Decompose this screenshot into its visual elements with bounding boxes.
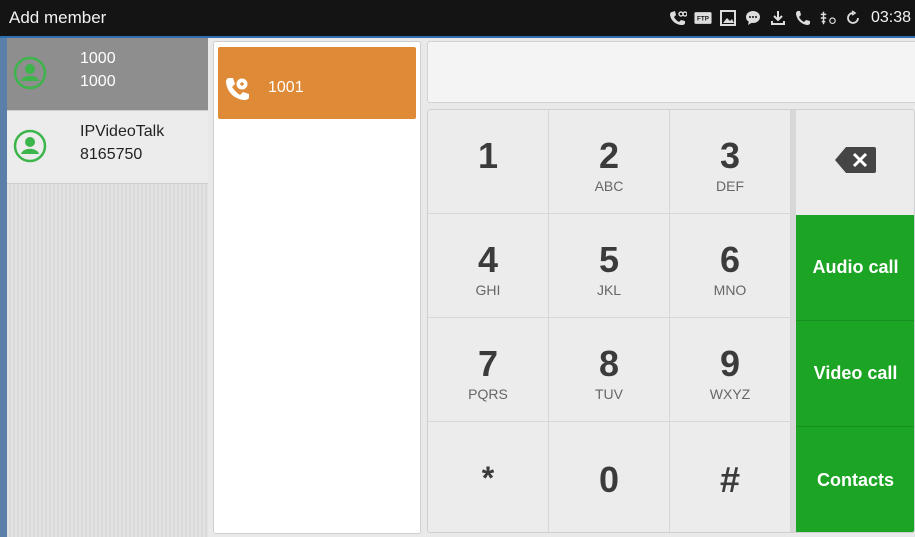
- key-hash[interactable]: #: [670, 422, 791, 532]
- key-digit: 9: [719, 343, 741, 384]
- contacts-button[interactable]: Contacts: [796, 427, 914, 532]
- sync-icon: [844, 9, 862, 27]
- phone-icon: [794, 9, 812, 27]
- dial-number-input[interactable]: [427, 41, 915, 103]
- key-letters: DEF: [716, 178, 744, 194]
- backspace-icon: [834, 145, 878, 180]
- key-digit: *: [481, 460, 495, 496]
- key-digit: 4: [477, 239, 499, 280]
- key-2[interactable]: 2 ABC: [549, 110, 670, 214]
- key-letters: GHI: [475, 282, 501, 298]
- key-7[interactable]: 7 PQRS: [428, 318, 549, 422]
- contact-list[interactable]: 1000 1000 IPVideoTalk 8165750: [7, 38, 208, 537]
- chat-icon: [744, 9, 762, 27]
- key-digit: 8: [598, 343, 620, 384]
- key-digit: 6: [719, 239, 741, 280]
- page-title: Add member: [9, 8, 107, 27]
- members-panel: 1001: [213, 41, 421, 534]
- key-star[interactable]: *: [428, 422, 549, 532]
- contact-number: 8165750: [80, 146, 143, 163]
- key-8[interactable]: 8 TUV: [549, 318, 670, 422]
- backspace-button[interactable]: [796, 110, 914, 216]
- member-number: 1001: [268, 79, 304, 96]
- key-1[interactable]: 1: [428, 110, 549, 214]
- contact-avatar-icon: [13, 129, 47, 163]
- key-letters: WXYZ: [709, 386, 751, 402]
- key-4[interactable]: 4 GHI: [428, 214, 549, 318]
- key-5[interactable]: 5 JKL: [549, 214, 670, 318]
- ftp-icon: FTP: [694, 9, 712, 27]
- video-call-button[interactable]: Video call: [796, 321, 914, 427]
- key-letters: ABC: [594, 178, 624, 194]
- key-6[interactable]: 6 MNO: [670, 214, 791, 318]
- contact-number: 1000: [80, 73, 116, 90]
- key-digit: #: [719, 459, 741, 500]
- contact-item[interactable]: IPVideoTalk 8165750: [7, 111, 208, 184]
- key-letters: JKL: [596, 282, 622, 298]
- usb-icon: [819, 9, 837, 27]
- key-letters: PQRS: [468, 386, 508, 402]
- contact-item[interactable]: 1000 1000: [7, 38, 208, 111]
- status-icons: FTP 03:38: [669, 0, 915, 36]
- key-3[interactable]: 3 DEF: [670, 110, 791, 214]
- status-bar: Add member FTP 03:38: [0, 0, 915, 38]
- voicemail-icon: [669, 9, 687, 27]
- dial-keypad: 1 2 ABC 3 DEF 4 GHI 5 JKL 6 MNO Audio ca…: [427, 109, 915, 533]
- status-time: 03:38: [870, 9, 911, 26]
- audio-call-button[interactable]: Audio call: [796, 215, 914, 321]
- window-edge: [0, 38, 7, 537]
- key-9[interactable]: 9 WXYZ: [670, 318, 791, 422]
- key-letters: TUV: [595, 386, 623, 402]
- member-chip[interactable]: 1001: [218, 47, 416, 119]
- contact-name: 1000: [80, 50, 116, 67]
- key-digit: 5: [598, 239, 620, 280]
- contact-avatar-icon: [13, 56, 47, 90]
- voicemail-phone-icon: [224, 75, 252, 103]
- key-0[interactable]: 0: [549, 422, 670, 532]
- download-icon: [769, 9, 787, 27]
- key-digit: 0: [598, 459, 620, 500]
- key-digit: 3: [719, 135, 741, 176]
- key-digit: 2: [598, 135, 620, 176]
- picture-icon: [719, 9, 737, 27]
- key-digit: 1: [477, 135, 499, 176]
- contact-name: IPVideoTalk: [80, 123, 165, 140]
- key-letters: MNO: [713, 282, 747, 298]
- key-digit: 7: [477, 343, 499, 384]
- ftp-icon-label: FTP: [697, 16, 709, 23]
